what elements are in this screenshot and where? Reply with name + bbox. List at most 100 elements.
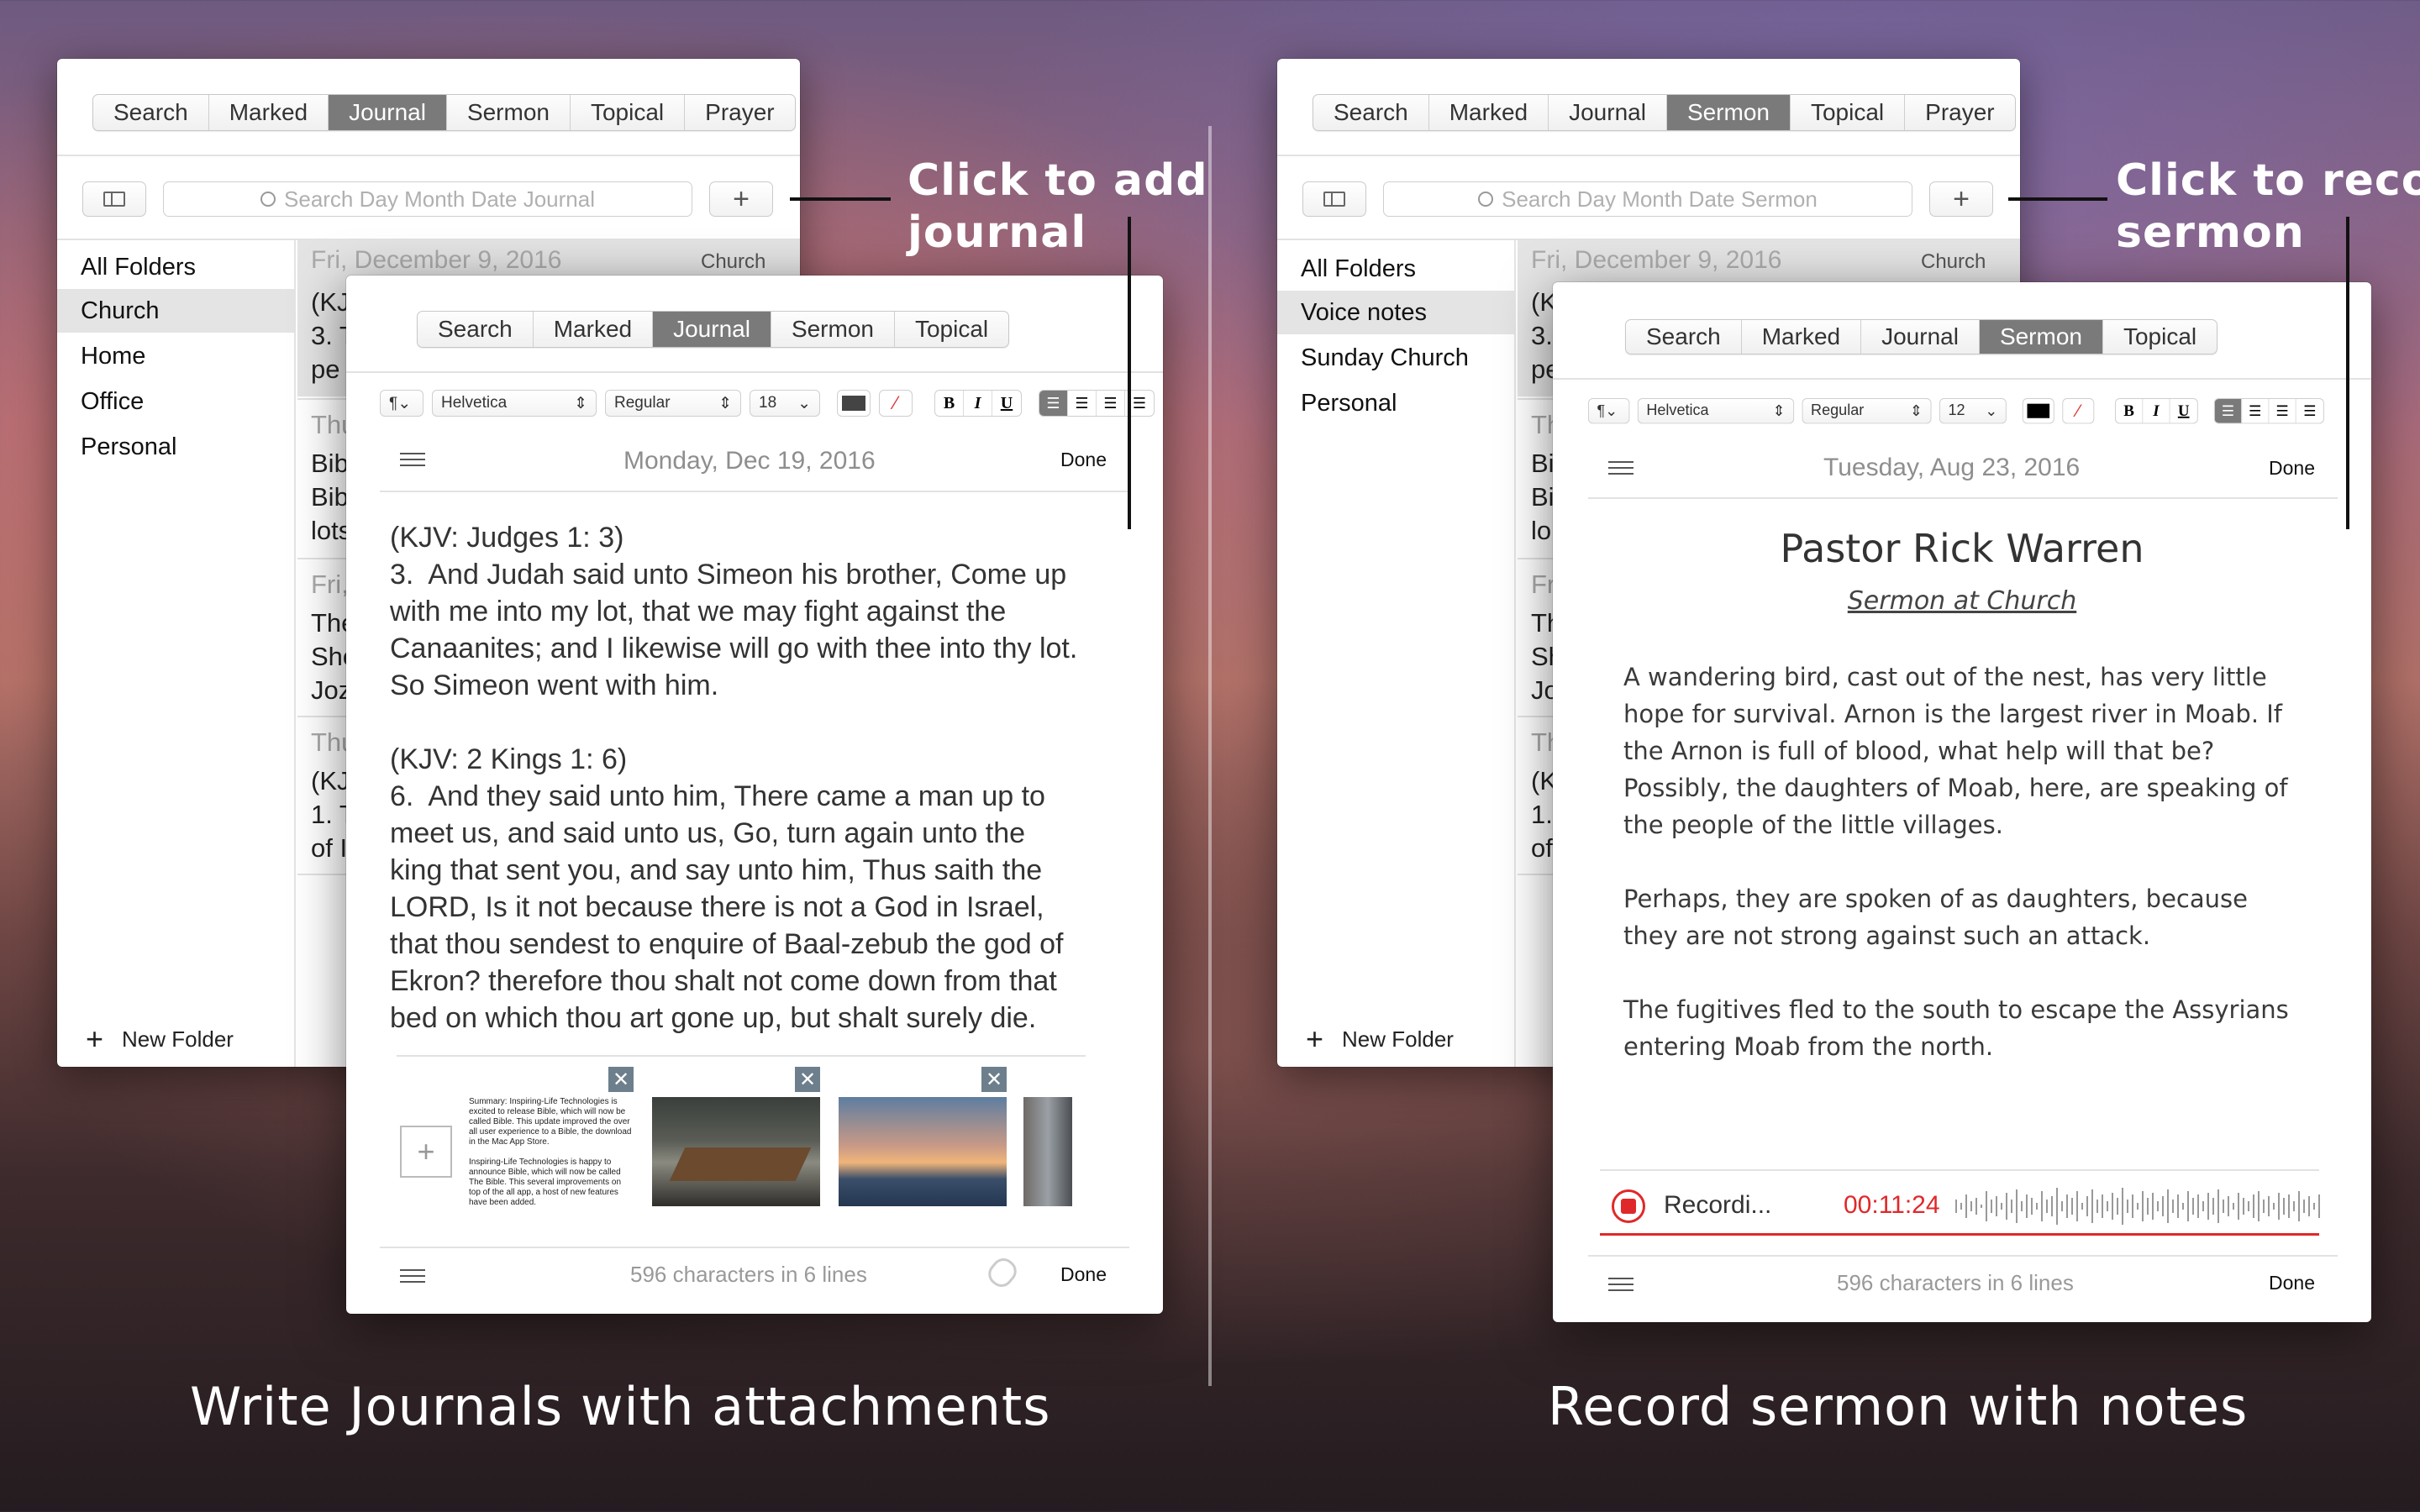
align-right-icon[interactable]: ☰: [1097, 391, 1125, 416]
add-journal-button[interactable]: +: [709, 181, 773, 217]
divider: [346, 371, 1163, 373]
highlight-color-button[interactable]: ⁄: [2062, 398, 2095, 424]
main-tab-bar: Search Marked Journal Sermon Topical Pra…: [92, 94, 796, 131]
folder-all-folders[interactable]: All Folders: [57, 245, 296, 289]
no-color-icon: ⁄: [2076, 400, 2081, 421]
menu-icon[interactable]: [400, 449, 425, 470]
tab-marked[interactable]: Marked: [534, 312, 654, 347]
footer-done-button[interactable]: Done: [1060, 1263, 1107, 1286]
align-center-icon[interactable]: ☰: [1068, 391, 1097, 416]
done-button[interactable]: Done: [1060, 449, 1107, 471]
tab-sermon[interactable]: Sermon: [1979, 320, 2103, 354]
tab-sermon[interactable]: Sermon: [1666, 95, 1791, 130]
font-size-select[interactable]: 18 ⌄: [750, 390, 820, 417]
sermon-notes-text[interactable]: A wandering bird, cast out of the nest, …: [1623, 659, 2346, 1065]
folder-church[interactable]: Church: [57, 289, 296, 333]
folder-all-folders[interactable]: All Folders: [1277, 247, 1516, 291]
tab-sermon[interactable]: Sermon: [771, 312, 895, 347]
italic-button[interactable]: I: [964, 391, 992, 416]
folder-sunday-church[interactable]: Sunday Church: [1277, 336, 1516, 380]
bold-button[interactable]: B: [935, 391, 964, 416]
record-sermon-callout: Click to record sermon: [2116, 155, 2420, 258]
font-style-select[interactable]: Regular ⇕: [605, 390, 741, 417]
remove-attachment-icon[interactable]: ✕: [981, 1067, 1007, 1092]
folder-personal[interactable]: Personal: [1277, 381, 1516, 425]
bold-button[interactable]: B: [2116, 398, 2144, 423]
font-family-select[interactable]: Helvetica ⇕: [432, 390, 597, 417]
tab-sermon[interactable]: Sermon: [447, 95, 571, 130]
folder-office[interactable]: Office: [57, 380, 296, 423]
paragraph-style-select[interactable]: ¶⌄: [1588, 398, 1630, 424]
tab-journal[interactable]: Journal: [653, 312, 771, 347]
text-color-button[interactable]: [2022, 398, 2054, 424]
attachment-photo-bench[interactable]: [652, 1097, 820, 1206]
folder-home[interactable]: Home: [57, 334, 296, 378]
list-snippet: lots: [311, 516, 352, 545]
tab-prayer[interactable]: Prayer: [1905, 95, 2014, 130]
remove-attachment-icon[interactable]: ✕: [608, 1067, 634, 1092]
paragraph-style-select[interactable]: ¶⌄: [380, 390, 424, 417]
tab-topical[interactable]: Topical: [895, 312, 1008, 347]
done-button[interactable]: Done: [2269, 457, 2315, 480]
list-snippet: 1.: [1531, 800, 1553, 829]
font-family-select[interactable]: Helvetica ⇕: [1637, 398, 1795, 424]
tab-marked[interactable]: Marked: [1429, 95, 1549, 130]
tab-topical[interactable]: Topical: [571, 95, 686, 130]
alignment-group: ☰ ☰ ☰ ☰: [2213, 398, 2324, 424]
tab-search[interactable]: Search: [93, 95, 209, 130]
tab-topical[interactable]: Topical: [1791, 95, 1906, 130]
waveform: [1955, 1188, 2320, 1225]
list-item-date: Fr: [1531, 570, 1556, 599]
font-size-select[interactable]: 12 ⌄: [1939, 398, 2007, 424]
align-center-icon[interactable]: ☰: [2242, 398, 2270, 423]
tab-journal[interactable]: Journal: [329, 95, 447, 130]
highlight-color-button[interactable]: ⁄: [879, 390, 913, 417]
folder-voice-notes[interactable]: Voice notes: [1277, 291, 1516, 334]
align-right-icon[interactable]: ☰: [2269, 398, 2296, 423]
align-justify-icon[interactable]: ☰: [2296, 399, 2323, 423]
plus-icon: +: [86, 1021, 104, 1056]
font-size-value: 12: [1948, 402, 1965, 419]
font-style-select[interactable]: Regular ⇕: [1802, 398, 1932, 424]
tab-prayer[interactable]: Prayer: [685, 95, 794, 130]
sidebar-toggle-button[interactable]: [82, 181, 146, 217]
plus-icon: +: [1953, 182, 1970, 215]
menu-icon[interactable]: [1608, 457, 1634, 479]
stop-record-button[interactable]: [1612, 1189, 1645, 1223]
tab-search[interactable]: Search: [1626, 320, 1742, 354]
sidebar-toggle-button[interactable]: [1302, 181, 1366, 217]
record-sermon-button[interactable]: +: [1929, 181, 1993, 217]
paperclip-icon[interactable]: [983, 1253, 1022, 1292]
footer-done-button[interactable]: Done: [2269, 1272, 2315, 1294]
align-left-icon[interactable]: ☰: [2214, 398, 2243, 423]
menu-icon[interactable]: [1608, 1273, 1634, 1295]
new-folder-button[interactable]: + New Folder: [1306, 1021, 1454, 1057]
tab-marked[interactable]: Marked: [209, 95, 329, 130]
attachment-document[interactable]: Summary: Inspiring-Life Technologies is …: [469, 1097, 634, 1205]
new-folder-button[interactable]: + New Folder: [86, 1021, 234, 1057]
text-color-button[interactable]: [837, 390, 871, 417]
underline-button[interactable]: U: [2170, 399, 2197, 423]
tab-journal[interactable]: Journal: [1861, 320, 1980, 354]
attachment-photo-partial[interactable]: [1023, 1097, 1072, 1206]
journal-body-text[interactable]: (KJV: Judges 1: 3) 3. And Judah said unt…: [390, 519, 1146, 1037]
tab-search[interactable]: Search: [1313, 95, 1429, 130]
search-input[interactable]: Search Day Month Date Sermon: [1383, 181, 1912, 217]
italic-button[interactable]: I: [2143, 398, 2170, 423]
underline-button[interactable]: U: [992, 391, 1021, 416]
folder-personal[interactable]: Personal: [57, 425, 296, 469]
add-attachment-button[interactable]: +: [400, 1126, 452, 1178]
tab-topical[interactable]: Topical: [2103, 320, 2217, 354]
search-input[interactable]: Search Day Month Date Journal: [163, 181, 692, 217]
tab-search[interactable]: Search: [418, 312, 534, 347]
bench-shape: [669, 1147, 812, 1181]
remove-attachment-icon[interactable]: ✕: [795, 1067, 820, 1092]
list-snippet: Bib: [311, 482, 349, 512]
divider: [1600, 1169, 2319, 1171]
menu-icon[interactable]: [400, 1265, 425, 1287]
align-left-icon[interactable]: ☰: [1039, 391, 1068, 416]
tab-journal[interactable]: Journal: [1549, 95, 1667, 130]
pilcrow-icon: ¶⌄: [1597, 402, 1618, 420]
tab-marked[interactable]: Marked: [1742, 320, 1862, 354]
attachment-photo-sunset[interactable]: [839, 1097, 1007, 1206]
